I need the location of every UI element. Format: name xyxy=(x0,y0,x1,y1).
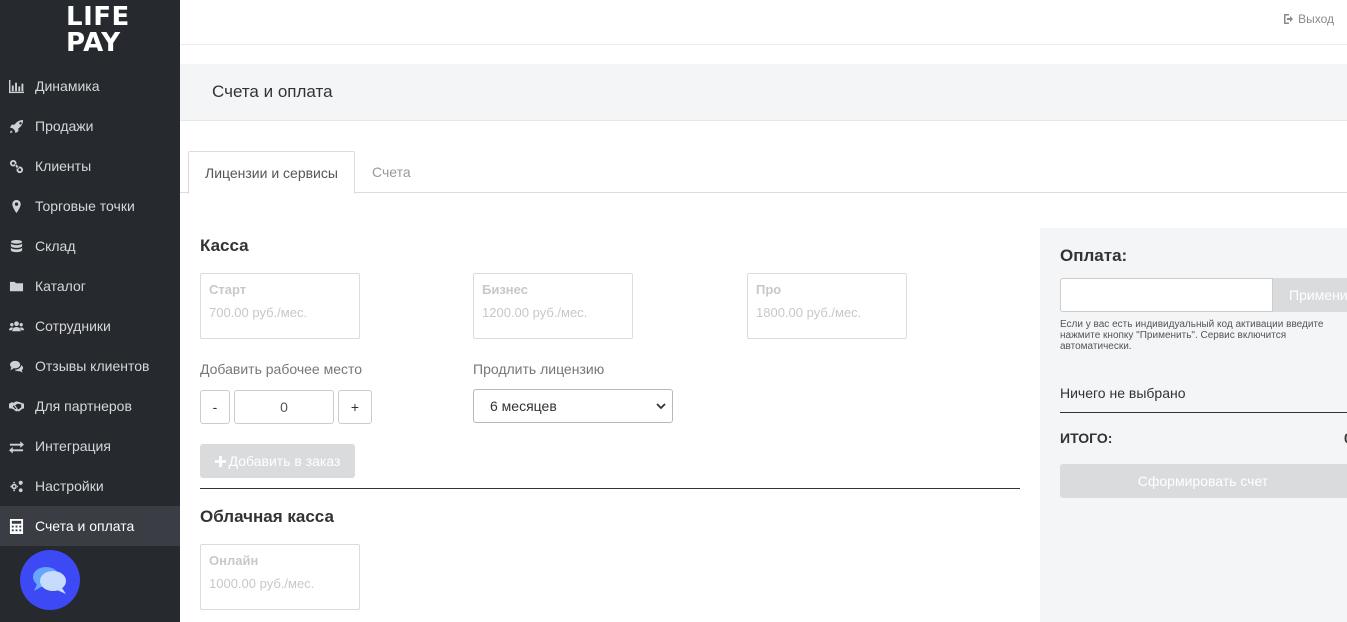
calculator-icon xyxy=(8,518,24,534)
sidebar-item-stores[interactable]: Торговые точки xyxy=(0,186,180,226)
kassa-section-title: Касса xyxy=(200,236,249,255)
sidebar-item-label: Каталог xyxy=(35,278,86,294)
sidebar-item-settings[interactable]: Настройки xyxy=(0,466,180,506)
plan-name: Старт xyxy=(209,282,247,297)
bar-chart-icon xyxy=(8,78,24,94)
sidebar-item-partners[interactable]: Для партнеров xyxy=(0,386,180,426)
add-to-order-button[interactable]: Добавить в заказ xyxy=(200,444,355,478)
sidebar-item-reviews[interactable]: Отзывы клиентов xyxy=(0,346,180,386)
workplace-count-input[interactable] xyxy=(234,390,334,424)
tab-licenses[interactable]: Лицензии и сервисы xyxy=(188,151,355,194)
chat-widget-button[interactable] xyxy=(20,550,80,610)
activation-hint: Если у вас есть индивидуальный код актив… xyxy=(1060,319,1324,352)
payment-title: Оплата: xyxy=(1060,246,1128,265)
create-invoice-button[interactable]: Сформировать счет xyxy=(1060,464,1347,498)
chevron-down-icon xyxy=(656,403,666,410)
total-label: ИТОГО: xyxy=(1060,430,1113,446)
sidebar-item-label: Отзывы клиентов xyxy=(35,358,150,374)
extend-license-label: Продлить лицензию xyxy=(473,361,605,377)
sidebar-item-integration[interactable]: Интеграция xyxy=(0,426,180,466)
comments-icon xyxy=(8,358,24,374)
payment-divider xyxy=(1060,412,1347,413)
lifepay-logo[interactable]: LIFE PAY xyxy=(66,4,130,56)
workplace-minus-button[interactable]: - xyxy=(200,390,230,424)
exchange-icon xyxy=(8,438,24,454)
sidebar-item-label: Торговые точки xyxy=(35,198,135,214)
sidebar-item-sales[interactable]: Продажи xyxy=(0,106,180,146)
tab-invoices[interactable]: Счета xyxy=(356,151,427,193)
workplace-plus-button[interactable]: + xyxy=(338,390,372,424)
plan-price: 1200.00 руб./мес. xyxy=(482,305,588,320)
plan-card-pro[interactable]: Про 1800.00 руб./мес. xyxy=(747,273,907,339)
logout-link[interactable]: Выход xyxy=(1283,12,1334,26)
plan-card-online[interactable]: Онлайн 1000.00 руб./мес. xyxy=(200,544,360,610)
sidebar-item-label: Клиенты xyxy=(35,158,92,174)
plan-name: Онлайн xyxy=(209,553,259,568)
handshake-icon xyxy=(8,398,24,414)
page-header: Счета и оплата xyxy=(180,64,1347,121)
activation-code-input[interactable] xyxy=(1060,278,1273,312)
rocket-icon xyxy=(8,118,24,134)
sidebar-menu: Динамика Продажи Клиенты Торговые точки … xyxy=(0,66,180,546)
plan-price: 700.00 руб./мес. xyxy=(209,305,308,320)
sidebar-item-staff[interactable]: Сотрудники xyxy=(0,306,180,346)
sidebar-item-label: Настройки xyxy=(35,478,104,494)
database-icon xyxy=(8,238,24,254)
add-workplace-label: Добавить рабочее место xyxy=(200,361,363,377)
sidebar-item-label: Для партнеров xyxy=(35,398,132,414)
folder-icon xyxy=(8,278,24,294)
page-title: Счета и оплата xyxy=(212,82,333,101)
license-period-value: 6 месяцев xyxy=(490,398,557,414)
sidebar-item-dynamics[interactable]: Динамика xyxy=(0,66,180,106)
chat-icon xyxy=(33,567,66,594)
sign-out-icon xyxy=(1284,14,1294,24)
sidebar-item-label: Динамика xyxy=(35,78,100,94)
users-icon xyxy=(8,318,24,334)
top-bar: Выход xyxy=(180,0,1347,45)
map-marker-icon xyxy=(8,198,24,214)
sidebar-item-label: Счета и оплата xyxy=(35,518,135,534)
order-empty-text: Ничего не выбрано xyxy=(1060,385,1186,401)
plan-price: 1800.00 руб./мес. xyxy=(756,305,862,320)
cloud-section-title: Облачная касса xyxy=(200,507,334,526)
tab-bar: Лицензии и сервисы Счета xyxy=(180,151,1347,194)
sidebar-item-billing[interactable]: Счета и оплата xyxy=(0,506,180,546)
plan-name: Бизнес xyxy=(482,282,528,297)
logout-label: Выход xyxy=(1298,12,1334,26)
plan-price: 1000.00 руб./мес. xyxy=(209,576,315,591)
sidebar-item-label: Сотрудники xyxy=(35,318,111,334)
sidebar-item-catalog[interactable]: Каталог xyxy=(0,266,180,306)
payment-panel: Оплата: Применить Если у вас есть индиви… xyxy=(1040,228,1347,622)
sidebar-item-label: Интеграция xyxy=(35,438,111,454)
sidebar-item-label: Продажи xyxy=(35,118,94,134)
gears-icon xyxy=(8,478,24,494)
apply-code-button[interactable]: Применить xyxy=(1273,278,1347,312)
link-icon xyxy=(8,158,24,174)
add-to-order-label: Добавить в заказ xyxy=(228,453,341,469)
sidebar-item-label: Склад xyxy=(35,238,76,254)
sidebar-item-warehouse[interactable]: Склад xyxy=(0,226,180,266)
license-period-select[interactable]: 6 месяцев xyxy=(473,389,673,423)
section-divider xyxy=(200,488,1020,489)
plan-card-start[interactable]: Старт 700.00 руб./мес. xyxy=(200,273,360,339)
sidebar: LIFE PAY Динамика Продажи Клиенты Торгов… xyxy=(0,0,180,622)
plan-name: Про xyxy=(756,282,782,297)
sidebar-item-clients[interactable]: Клиенты xyxy=(0,146,180,186)
plan-card-business[interactable]: Бизнес 1200.00 руб./мес. xyxy=(473,273,633,339)
plus-icon xyxy=(214,455,226,467)
